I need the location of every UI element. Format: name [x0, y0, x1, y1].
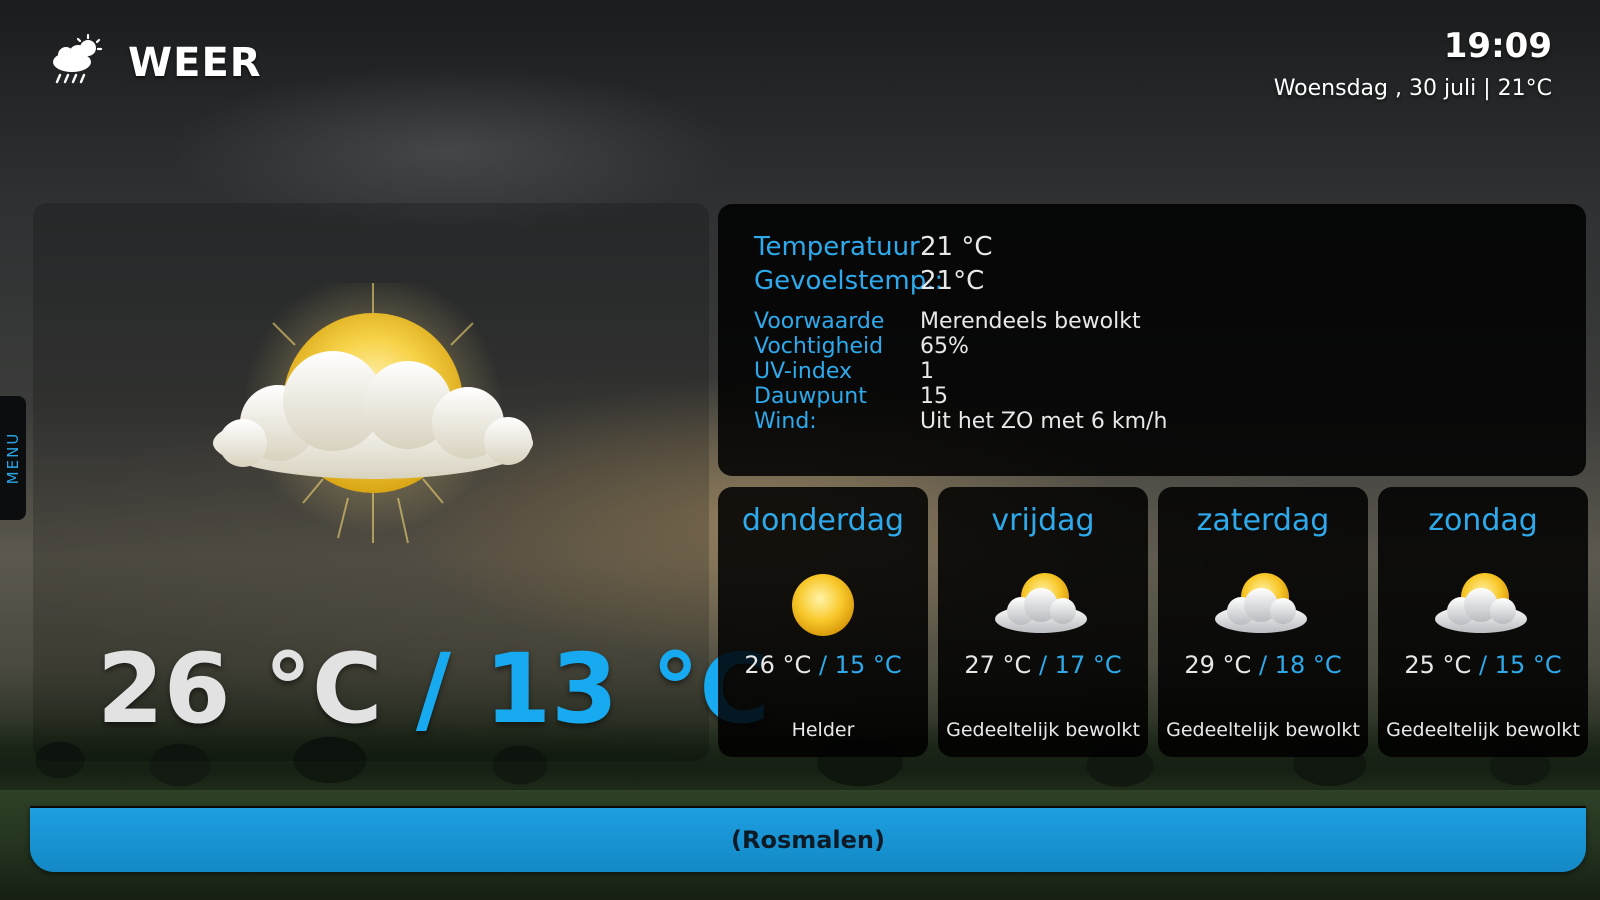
app-title: WEER: [128, 40, 262, 86]
forecast-day: donderdag: [741, 503, 905, 538]
humidity-value: 65%: [920, 334, 969, 359]
forecast-day: zondag: [1428, 503, 1538, 538]
forecast-temps: 25 °C / 15 °C: [1378, 651, 1588, 679]
condition-label: Voorwaarde: [754, 309, 885, 334]
forecast-condition: Gedeeltelijk bewolkt: [946, 719, 1140, 741]
feels-like-label: Gevoelstemp.:: [754, 266, 944, 296]
forecast-high: 27 °C: [964, 651, 1032, 679]
partly-cloudy-icon: [1215, 573, 1307, 633]
forecast-low: / 15 °C: [1478, 651, 1562, 679]
forecast-high: 26 °C: [744, 651, 812, 679]
current-details-panel: Temperatuur 21 °C Gevoelstemp.: 21°C Voo…: [718, 204, 1586, 476]
uv-index-value: 1: [920, 359, 934, 384]
partly-cloudy-icon: [1435, 573, 1527, 633]
forecast-condition: Gedeeltelijk bewolkt: [1386, 719, 1580, 741]
side-menu-tab[interactable]: MENU: [0, 396, 26, 520]
dew-point-label: Dauwpunt: [754, 384, 867, 409]
forecast-low: / 17 °C: [1038, 651, 1122, 679]
side-menu-label: MENU: [4, 431, 22, 485]
condition-value: Merendeels bewolkt: [920, 309, 1141, 334]
forecast-day: vrijdag: [991, 503, 1095, 538]
humidity-label: Vochtigheid: [754, 334, 884, 359]
partly-cloudy-sun-icon: [213, 283, 533, 544]
forecast-card-donderdag[interactable]: donderdag 26 °C / 15 °C Helder: [718, 487, 928, 757]
wind-label: Wind:: [754, 409, 817, 434]
uv-index-label: UV-index: [754, 359, 852, 384]
dew-point-value: 15: [920, 384, 948, 409]
location-bar[interactable]: (Rosmalen): [30, 806, 1586, 872]
forecast-temps: 29 °C / 18 °C: [1158, 651, 1368, 679]
current-temperature-range: 26 °C / 13 °C: [97, 633, 770, 745]
temperature-value: 21 °C: [920, 232, 993, 262]
current-high-temp: 26 °C: [97, 633, 383, 745]
forecast-card-zondag[interactable]: zondag 25 °C / 15 °C Gedeeltelijk bewolk…: [1378, 487, 1588, 757]
forecast-high: 25 °C: [1404, 651, 1472, 679]
forecast-card-vrijdag[interactable]: vrijdag 27 °C / 17 °C Gedeeltelijk bewol…: [938, 487, 1148, 757]
current-weather-panel: 26 °C / 13 °C: [33, 203, 770, 761]
forecast-condition: Helder: [791, 719, 855, 741]
location-name: (Rosmalen): [731, 826, 885, 854]
sun-icon: [792, 574, 854, 636]
forecast-card-zaterdag[interactable]: zaterdag 29 °C / 18 °C Gedeeltelijk bewo…: [1158, 487, 1368, 757]
forecast-temps: 27 °C / 17 °C: [938, 651, 1148, 679]
partly-cloudy-icon: [995, 573, 1087, 633]
forecast-temps: 26 °C / 15 °C: [718, 651, 928, 679]
forecast-high: 29 °C: [1184, 651, 1252, 679]
feels-like-value: 21°C: [920, 266, 985, 296]
forecast-low: / 15 °C: [818, 651, 902, 679]
date-line: Woensdag , 30 juli | 21°C: [1273, 76, 1552, 101]
rain-cloud-sun-icon: [53, 33, 103, 84]
forecast-low: / 18 °C: [1258, 651, 1342, 679]
forecast-condition: Gedeeltelijk bewolkt: [1166, 719, 1360, 741]
temperature-label: Temperatuur: [754, 232, 920, 262]
clock-time: 19:09: [1443, 26, 1552, 66]
current-separator: /: [415, 633, 451, 745]
wind-value: Uit het ZO met 6 km/h: [920, 409, 1168, 434]
forecast-day: zaterdag: [1196, 503, 1330, 538]
